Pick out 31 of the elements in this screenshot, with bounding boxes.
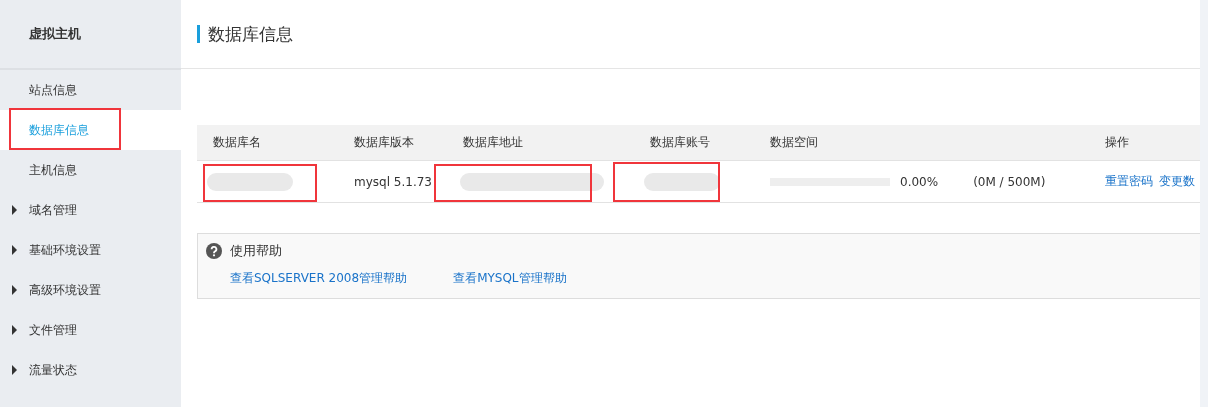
help-link[interactable]: 查看SQLSERVER 2008管理帮助 xyxy=(230,270,408,287)
column-header: 数据库账号 xyxy=(649,134,711,151)
sidebar-item[interactable]: 站点信息 xyxy=(0,70,181,110)
action-link[interactable]: 重置密码 xyxy=(1105,173,1153,190)
caret-icon xyxy=(12,285,17,295)
column-header: 数据空间 xyxy=(769,134,819,151)
usage-text: (0M / 500M) xyxy=(973,174,1046,189)
sidebar-item[interactable]: 流量状态 xyxy=(0,350,181,390)
column-header: 数据库名 xyxy=(212,134,262,151)
table-cell: mysql 5.1.73 xyxy=(354,174,432,189)
action-link[interactable]: 变更数 xyxy=(1159,173,1195,190)
sidebar-item[interactable]: 高级环境设置 xyxy=(0,270,181,310)
scrollbar[interactable] xyxy=(1200,0,1208,407)
page-title: 数据库信息 xyxy=(208,22,293,46)
help-title: 使用帮助 xyxy=(230,242,282,260)
caret-icon xyxy=(12,245,17,255)
sidebar-title: 虚拟主机 xyxy=(29,25,81,43)
help-icon xyxy=(206,243,222,259)
sidebar-item[interactable]: 域名管理 xyxy=(0,190,181,230)
help-link[interactable]: 查看MYSQL管理帮助 xyxy=(453,270,567,287)
sidebar-item[interactable]: 基础环境设置 xyxy=(0,230,181,270)
column-header: 操作 xyxy=(1104,134,1130,151)
caret-icon xyxy=(12,205,17,215)
column-header: 数据库版本 xyxy=(353,134,415,151)
caret-icon xyxy=(12,325,17,335)
sidebar-item[interactable]: 文件管理 xyxy=(0,310,181,350)
title-accent-bar xyxy=(197,25,200,43)
usage-percent: 0.00% xyxy=(900,174,939,189)
column-header: 数据库地址 xyxy=(462,134,524,151)
caret-icon xyxy=(12,365,17,375)
sidebar-item[interactable]: 主机信息 xyxy=(0,150,181,190)
